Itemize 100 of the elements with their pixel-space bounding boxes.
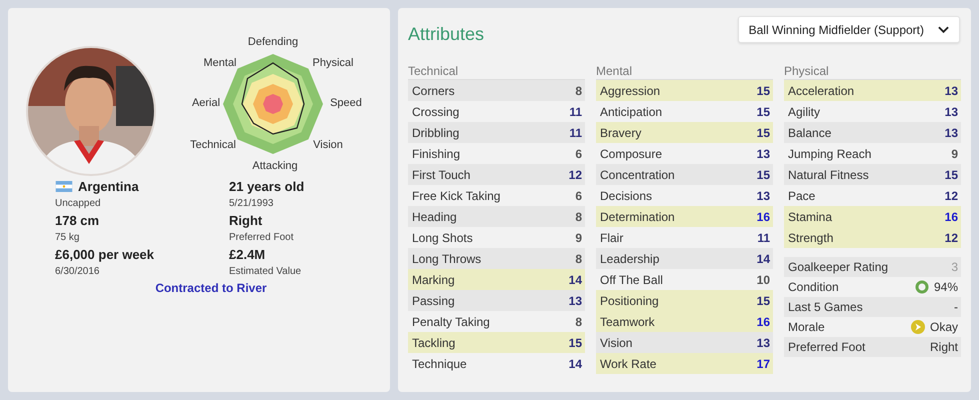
attribute-name: Positioning bbox=[600, 294, 659, 308]
summary-value: 94% bbox=[934, 280, 958, 294]
summary-value: Okay bbox=[930, 320, 958, 334]
caps-text: Uncapped bbox=[55, 197, 101, 211]
attribute-value: 6 bbox=[575, 146, 582, 160]
summary-value: 3 bbox=[951, 260, 958, 274]
attribute-value: 13 bbox=[568, 294, 582, 308]
summary-label: Condition bbox=[788, 280, 839, 294]
radar-label: Defending bbox=[248, 36, 298, 48]
radar-label: Vision bbox=[313, 139, 343, 151]
attribute-name: Tackling bbox=[412, 336, 456, 350]
attribute-value: 17 bbox=[756, 356, 770, 370]
attribute-name: Vision bbox=[600, 336, 632, 350]
attribute-value: 13 bbox=[756, 336, 770, 350]
preferred-foot-label: Preferred Foot bbox=[229, 231, 294, 245]
nationality: Argentina bbox=[78, 178, 139, 195]
attribute-value: 10 bbox=[756, 272, 770, 286]
attribute-value: 13 bbox=[756, 188, 770, 202]
preferred-foot-value: Right bbox=[229, 212, 262, 229]
summary-label: Preferred Foot bbox=[788, 340, 866, 354]
chevron-down-icon bbox=[938, 26, 949, 34]
summary-label: Goalkeeper Rating bbox=[788, 260, 888, 274]
attribute-value: 13 bbox=[944, 126, 958, 140]
attribute-value: 12 bbox=[944, 230, 958, 244]
wage-text: £6,000 per week bbox=[55, 246, 154, 263]
attribute-name: Anticipation bbox=[600, 104, 662, 118]
summary-label: Last 5 Games bbox=[788, 300, 863, 314]
attribute-value: 8 bbox=[575, 252, 582, 266]
attribute-value: 13 bbox=[756, 146, 770, 160]
radar-label: Technical bbox=[190, 139, 236, 151]
attribute-name: Teamwork bbox=[600, 314, 655, 328]
radar-label: Speed bbox=[330, 97, 362, 109]
attribute-name: Flair bbox=[600, 230, 624, 244]
attribute-value: 11 bbox=[569, 104, 582, 118]
radar-label: Physical bbox=[312, 57, 354, 69]
attribute-name: Balance bbox=[788, 126, 832, 140]
attribute-name: Marking bbox=[412, 272, 455, 286]
attribute-name: Long Shots bbox=[412, 230, 473, 244]
attribute-name: Pace bbox=[788, 188, 816, 202]
attribute-value: 8 bbox=[575, 314, 582, 328]
summary-value: Right bbox=[930, 340, 958, 354]
attribute-name: Crossing bbox=[412, 104, 460, 118]
attribute-value: 14 bbox=[568, 272, 582, 286]
summary-label: Morale bbox=[788, 320, 825, 334]
attribute-value: 15 bbox=[756, 294, 770, 308]
attribute-value: 12 bbox=[568, 168, 582, 182]
attribute-name: Off The Ball bbox=[600, 272, 663, 286]
attribute-value: 9 bbox=[951, 146, 958, 160]
attributes-title: Attributes bbox=[408, 24, 484, 45]
attribute-value: 15 bbox=[568, 336, 582, 350]
attribute-value: 8 bbox=[575, 210, 582, 224]
attribute-value: 11 bbox=[757, 230, 770, 244]
attribute-value: 6 bbox=[575, 188, 582, 202]
contract-link[interactable]: Contracted to River bbox=[155, 280, 267, 296]
weight-text: 75 kg bbox=[55, 231, 80, 245]
attribute-value: 14 bbox=[756, 252, 770, 266]
birth-date: 5/21/1993 bbox=[229, 197, 274, 211]
attribute-value: 13 bbox=[944, 104, 958, 118]
attribute-name: Concentration bbox=[600, 168, 675, 182]
value-text: £2.4M bbox=[229, 246, 266, 263]
attribute-name: Determination bbox=[600, 210, 675, 224]
attribute-name: Work Rate bbox=[600, 356, 656, 370]
attribute-value: 13 bbox=[944, 84, 958, 98]
summary-value: - bbox=[954, 300, 958, 314]
contract-end-date: 6/30/2016 bbox=[55, 265, 100, 279]
age-text: 21 years old bbox=[229, 178, 304, 195]
attribute-name: First Touch bbox=[412, 168, 470, 182]
attribute-value: 16 bbox=[756, 210, 770, 224]
attribute-name: Jumping Reach bbox=[788, 146, 872, 160]
attribute-name: Strength bbox=[788, 230, 834, 244]
attribute-name: Composure bbox=[600, 146, 662, 160]
radar-label: Mental bbox=[203, 57, 237, 69]
attribute-value: 15 bbox=[944, 168, 958, 182]
attribute-name: Finishing bbox=[412, 146, 460, 160]
attribute-name: Acceleration bbox=[788, 84, 854, 98]
attribute-name: Aggression bbox=[600, 84, 660, 98]
attribute-name: Decisions bbox=[600, 188, 652, 202]
attribute-value: 16 bbox=[944, 210, 958, 224]
attribute-value: 15 bbox=[756, 84, 770, 98]
attribute-name: Stamina bbox=[788, 210, 832, 224]
attribute-name: Technique bbox=[412, 356, 467, 370]
attribute-name: Penalty Taking bbox=[412, 314, 490, 328]
role-dropdown[interactable]: Ball Winning Midfielder (Support) bbox=[738, 16, 960, 43]
attribute-value: 14 bbox=[568, 356, 582, 370]
attribute-name: Leadership bbox=[600, 252, 660, 266]
flag-icon bbox=[55, 181, 73, 192]
attribute-value: 15 bbox=[756, 168, 770, 182]
attribute-value: 12 bbox=[944, 188, 958, 202]
attribute-value: 16 bbox=[756, 314, 770, 328]
attribute-name: Heading bbox=[412, 210, 457, 224]
attribute-name: Bravery bbox=[600, 126, 642, 140]
attribute-name: Dribbling bbox=[412, 126, 460, 140]
attribute-value: 15 bbox=[756, 104, 770, 118]
attribute-name: Corners bbox=[412, 84, 455, 98]
condition-ring-icon bbox=[914, 280, 929, 294]
attribute-name: Passing bbox=[412, 294, 455, 308]
attribute-name: Natural Fitness bbox=[788, 168, 869, 182]
attribute-name: Long Throws bbox=[412, 252, 482, 266]
attribute-value: 8 bbox=[575, 84, 582, 98]
value-label: Estimated Value bbox=[229, 265, 302, 279]
